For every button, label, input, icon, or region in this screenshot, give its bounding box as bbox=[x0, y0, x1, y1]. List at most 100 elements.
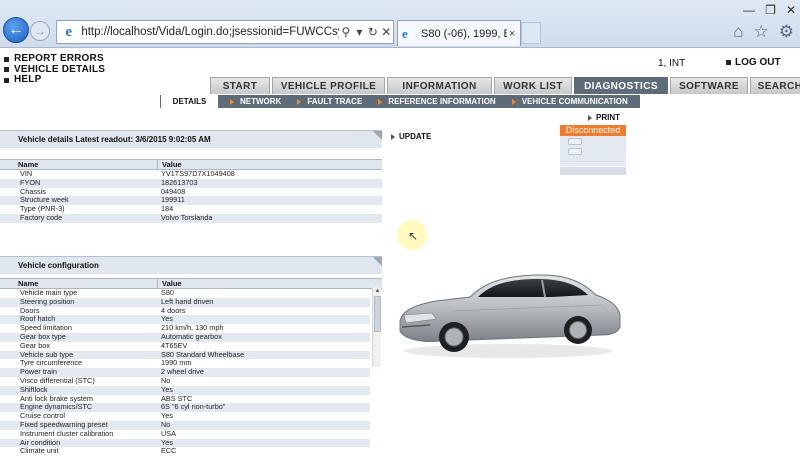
dropdown-icon[interactable]: ▾ bbox=[353, 25, 366, 39]
subtab-vehicle-communication[interactable]: VEHICLE COMMUNICATION bbox=[511, 97, 628, 106]
arrow-icon bbox=[297, 98, 302, 105]
row-name: Vehicle sub type bbox=[20, 350, 74, 359]
url-text[interactable]: http://localhost/Vida/Login.do;jsessioni… bbox=[81, 26, 339, 38]
row-name: Factory code bbox=[20, 213, 63, 222]
vida-page: REPORT ERRORS VEHICLE DETAILS HELP 1, IN… bbox=[0, 48, 800, 465]
connection-icons bbox=[560, 136, 626, 155]
row-value: Volvo Torslanda bbox=[161, 213, 213, 222]
search-icon[interactable]: ⚲ bbox=[339, 25, 352, 39]
table-row: Doors 4 doors bbox=[0, 307, 370, 316]
window-controls: — ❐ ✕ bbox=[743, 3, 796, 17]
row-name: Vehicle main type bbox=[20, 289, 78, 297]
browser-tab[interactable]: e S80 (-06), 1999, B63... × bbox=[397, 20, 521, 46]
row-value: No bbox=[161, 376, 171, 385]
subtab-details[interactable]: DETAILS bbox=[160, 95, 218, 108]
table-row: Structure week 199911 bbox=[0, 196, 382, 206]
arrow-icon bbox=[588, 114, 592, 121]
back-arrow-icon[interactable]: ← bbox=[3, 17, 29, 43]
row-name: Power train bbox=[20, 368, 57, 377]
print-label: PRINT bbox=[596, 113, 620, 122]
row-value: 1990 mm bbox=[161, 359, 192, 368]
maximize-icon[interactable]: ❐ bbox=[765, 3, 776, 17]
top-links: REPORT ERRORS VEHICLE DETAILS HELP bbox=[4, 53, 105, 86]
connection-panel: Disconnected bbox=[560, 125, 626, 175]
row-value: ABS STC bbox=[161, 394, 193, 403]
settings-gear-icon[interactable]: ⚙ bbox=[779, 22, 794, 42]
ie-logo-icon: e bbox=[65, 24, 72, 40]
row-value: Yes bbox=[161, 315, 173, 324]
tab-search[interactable]: SEARCH bbox=[750, 77, 800, 94]
row-value: 4 doors bbox=[161, 306, 186, 315]
row-name: Climate unit bbox=[20, 447, 59, 456]
row-name: Steering position bbox=[20, 297, 75, 306]
subtab-fault-trace[interactable]: FAULT TRACE bbox=[297, 97, 362, 106]
column-header-value: Value bbox=[162, 160, 182, 169]
table-row: Cruise control Yes bbox=[0, 412, 370, 421]
logout-link[interactable]: LOG OUT bbox=[726, 57, 781, 68]
table-row: Steering position Left hand driven bbox=[0, 297, 370, 307]
arrow-icon bbox=[391, 133, 395, 140]
forward-arrow-icon[interactable]: → bbox=[30, 21, 50, 41]
scroll-thumb[interactable] bbox=[374, 296, 381, 332]
table-row: Climate unit ECC bbox=[0, 447, 370, 456]
column-header-name: Name bbox=[0, 159, 158, 170]
row-name: Anti lock brake system bbox=[20, 394, 93, 403]
new-tab-button[interactable] bbox=[521, 22, 541, 44]
update-link[interactable]: UPDATE bbox=[391, 132, 431, 141]
help-link[interactable]: HELP bbox=[4, 74, 105, 86]
config-scrollbar[interactable]: ▲ bbox=[372, 287, 381, 367]
print-link[interactable]: PRINT bbox=[588, 113, 620, 122]
row-value: 049408 bbox=[161, 187, 186, 196]
panel-corner bbox=[373, 131, 382, 140]
scroll-up-icon[interactable]: ▲ bbox=[373, 287, 382, 295]
tab-diagnostics[interactable]: DIAGNOSTICS bbox=[574, 77, 668, 94]
table-row: Power train 2 wheel drive bbox=[0, 368, 370, 377]
vehicle-connection-icon bbox=[568, 148, 582, 155]
row-value: S80 bbox=[161, 289, 174, 297]
table-row: Roof hatch Yes bbox=[0, 315, 370, 325]
minimize-icon[interactable]: — bbox=[743, 3, 755, 17]
row-value: YV1TS97D7X1049408 bbox=[161, 170, 235, 178]
row-value: 182613703 bbox=[161, 178, 198, 187]
table-row: Instrument cluster calibration USA bbox=[0, 430, 370, 439]
tab-vehicle-profile[interactable]: VEHICLE PROFILE bbox=[272, 77, 385, 94]
home-icon[interactable]: ⌂ bbox=[733, 22, 743, 42]
address-bar[interactable]: e http://localhost/Vida/Login.do;jsessio… bbox=[56, 20, 394, 44]
row-name: Cruise control bbox=[20, 412, 66, 421]
tab-work-list[interactable]: WORK LIST bbox=[494, 77, 572, 94]
row-value: USA bbox=[161, 429, 177, 438]
favorites-star-icon[interactable]: ☆ bbox=[754, 22, 769, 42]
vehicle-details-title: Vehicle details Latest readout: 3/6/2015… bbox=[18, 135, 211, 144]
tab-start[interactable]: START bbox=[210, 77, 270, 94]
table-row: Visco differential (STC) No bbox=[0, 377, 370, 386]
row-value: Yes bbox=[161, 412, 173, 421]
arrow-icon bbox=[230, 98, 234, 105]
stop-icon[interactable]: ✕ bbox=[380, 25, 393, 39]
tab-title: S80 (-06), 1999, B63... bbox=[421, 27, 507, 40]
row-name: Fixed speedwarning preset bbox=[20, 420, 108, 429]
tab-software[interactable]: SOFTWARE bbox=[670, 77, 748, 94]
refresh-icon[interactable]: ↻ bbox=[366, 25, 379, 39]
report-errors-link[interactable]: REPORT ERRORS bbox=[4, 53, 105, 65]
table-row: VIN YV1TS97D7X1049408 bbox=[0, 170, 382, 179]
arrow-icon bbox=[511, 98, 516, 105]
table-row: Fixed speedwarning preset No bbox=[0, 420, 370, 430]
close-icon[interactable]: × bbox=[509, 28, 515, 40]
bullet-icon bbox=[726, 60, 731, 65]
table-row: Gear box 4T65EV bbox=[0, 342, 370, 351]
subtab-network[interactable]: NETWORK bbox=[230, 97, 281, 106]
row-value: ECC bbox=[161, 447, 177, 456]
row-value: 199911 bbox=[161, 196, 185, 205]
details-column-headers: Name Value bbox=[0, 159, 382, 170]
table-row: Type (PNR-3) 184 bbox=[0, 205, 382, 214]
row-name: Instrument cluster calibration bbox=[20, 429, 114, 438]
row-name: Gear box type bbox=[20, 332, 66, 341]
logout-label: LOG OUT bbox=[735, 57, 781, 68]
row-value: 184 bbox=[161, 205, 174, 214]
table-row: Factory code Volvo Torslanda bbox=[0, 213, 382, 223]
browser-tools: ⌂ ☆ ⚙ bbox=[733, 22, 794, 42]
subtab-reference-information[interactable]: REFERENCE INFORMATION bbox=[378, 97, 496, 106]
tab-information[interactable]: INFORMATION bbox=[387, 77, 492, 94]
close-window-icon[interactable]: ✕ bbox=[786, 3, 796, 17]
